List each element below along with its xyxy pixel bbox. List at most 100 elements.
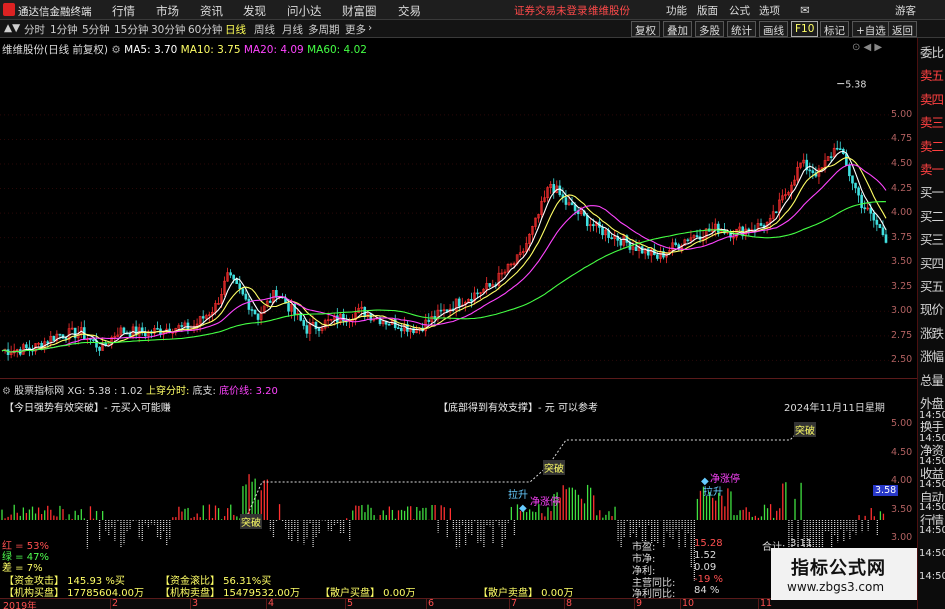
right-strip-label-14[interactable]: 总量: [920, 370, 945, 390]
menu-ask[interactable]: 问小达: [287, 3, 322, 19]
right-strip-label-11[interactable]: 现价: [920, 299, 945, 319]
right-time-2: 14:50: [919, 456, 945, 467]
candle-body: [592, 224, 595, 227]
right-quote-strip: 委比 卖五 卖四 卖三 卖二 卖一 买一 买二 买三 买四 买五 现价 涨跌 涨幅 总量 外盘 换手 净资 收益 自动…: [917, 38, 945, 609]
btn-add-watchlist[interactable]: +自选: [852, 21, 890, 37]
right-strip-label-5[interactable]: 卖一: [920, 159, 945, 179]
chart-toggle-icons[interactable]: ⊙ ◀ ▶: [852, 42, 882, 53]
menu-function[interactable]: 功能: [666, 3, 687, 18]
candle-body: [25, 344, 28, 349]
right-strip-label-6[interactable]: 买一: [920, 182, 945, 202]
breakout-label-3: 突破: [794, 422, 816, 437]
candle-body: [128, 332, 132, 337]
more-chevron-icon[interactable]: ›: [368, 22, 372, 34]
mail-icon[interactable]: ✉: [800, 3, 810, 17]
candle-body: [180, 325, 184, 327]
btn-stats[interactable]: 统计: [727, 21, 756, 37]
main-ytick-6: 3.50: [891, 256, 913, 268]
candle-body: [98, 346, 101, 351]
menu-trade[interactable]: 交易: [398, 3, 421, 19]
btn-overlay[interactable]: 叠加: [663, 21, 692, 37]
breakout-label-2: 突破: [543, 460, 565, 475]
btn-mark[interactable]: 标记: [820, 21, 849, 37]
right-strip-label-10[interactable]: 买五: [920, 276, 945, 296]
right-strip-label-9[interactable]: 买四: [920, 253, 945, 273]
tab-30min[interactable]: 30分钟: [151, 22, 185, 37]
candle-body: [305, 325, 309, 334]
menu-formula[interactable]: 公式: [729, 3, 750, 18]
right-strip-label-0[interactable]: 委比: [920, 42, 945, 62]
candle-body: [570, 202, 574, 206]
right-strip-label-2[interactable]: 卖四: [920, 89, 945, 109]
menu-options[interactable]: 选项: [759, 3, 780, 18]
price-kline-chart[interactable]: 5.382.18: [0, 56, 890, 380]
right-strip-label-7[interactable]: 买二: [920, 206, 945, 226]
candle-body: [268, 300, 272, 303]
month-label-7: 9: [636, 598, 643, 609]
tab-intraday[interactable]: 分时: [24, 22, 45, 37]
tab-5min[interactable]: 5分钟: [82, 22, 110, 37]
btn-back[interactable]: 返回: [888, 21, 917, 37]
candle-body: [247, 298, 251, 310]
user-label[interactable]: 游客: [895, 3, 916, 18]
btn-multi-stock[interactable]: 多股: [695, 21, 724, 37]
tab-1min[interactable]: 1分钟: [50, 22, 78, 37]
menu-wealth[interactable]: 财富圈: [342, 3, 377, 19]
candle-body: [759, 223, 763, 226]
settings-gear-icon[interactable]: ⚙: [111, 44, 120, 56]
up-cross-label: 上穿分时:: [145, 386, 190, 397]
menu-quote[interactable]: 行情: [112, 3, 135, 19]
main-chart-header: 维维股份(日线 前复权) ⚙ MA5: 3.70 MA10: 3.75 MA20…: [2, 42, 367, 56]
di-label: 底支:: [192, 386, 216, 397]
stock-link[interactable]: 维维股份: [588, 3, 630, 18]
indicator-header: ⚙ 股票指标网 XG: 5.38 : 1.02 上穿分时: 底支: 底价线: 3…: [2, 382, 278, 397]
nav-icons[interactable]: ▲▼: [4, 22, 20, 34]
right-strip-label-12[interactable]: 涨跌: [920, 323, 945, 343]
login-notice[interactable]: 证券交易未登录: [514, 3, 588, 18]
indicator-chart[interactable]: [0, 412, 890, 592]
candle-body: [695, 235, 699, 237]
candle-body: [238, 283, 242, 290]
menu-news[interactable]: 资讯: [200, 3, 223, 19]
menu-layout[interactable]: 版面: [697, 3, 718, 18]
candle-body: [585, 215, 589, 227]
candle-body: [808, 169, 812, 172]
candle-body: [302, 320, 306, 326]
right-strip-label-3[interactable]: 卖三: [920, 112, 945, 132]
tab-60min[interactable]: 60分钟: [188, 22, 222, 37]
btn-f10[interactable]: F10: [791, 21, 819, 37]
right-strip-label-13[interactable]: 涨幅: [920, 346, 945, 366]
tab-more[interactable]: 更多: [345, 22, 366, 37]
candle-body: [156, 328, 159, 330]
tab-weekly[interactable]: 周线: [254, 22, 275, 37]
ratio-value: 84 %: [694, 585, 720, 596]
right-strip-label-1[interactable]: 卖五: [920, 65, 945, 85]
candle-body: [878, 224, 882, 229]
candle-body: [457, 298, 461, 307]
right-strip-label-4[interactable]: 卖二: [920, 136, 945, 156]
tab-monthly[interactable]: 月线: [282, 22, 303, 37]
candle-body: [610, 237, 613, 240]
candle-body: [835, 147, 839, 150]
candle-body: [488, 283, 492, 287]
btn-draw-line[interactable]: 画线: [759, 21, 788, 37]
ma20-label: MA20: 4.09: [243, 44, 304, 56]
candle-body: [656, 254, 659, 259]
tab-15min[interactable]: 15分钟: [114, 22, 148, 37]
month-label-2: 4: [268, 598, 275, 609]
candle-body: [854, 182, 857, 189]
menu-discover[interactable]: 发现: [243, 3, 266, 19]
candle-body: [439, 309, 443, 312]
watermark-url: www.zbgs3.com: [787, 580, 885, 594]
tab-multi-period[interactable]: 多周期: [308, 22, 340, 37]
right-strip-label-8[interactable]: 买三: [920, 229, 945, 249]
ma10-label: MA10: 3.75: [180, 44, 241, 56]
tab-daily[interactable]: 日线: [225, 22, 246, 37]
btn-adjust[interactable]: 复权: [631, 21, 660, 37]
candle-body: [851, 175, 854, 184]
candle-body: [829, 156, 833, 158]
indicator-settings-icon[interactable]: ⚙: [2, 386, 11, 397]
watermark-stamp: 指标公式网 www.zbgs3.com: [771, 548, 917, 600]
ma-line-ma5: [1, 150, 887, 354]
menu-market[interactable]: 市场: [156, 3, 179, 19]
